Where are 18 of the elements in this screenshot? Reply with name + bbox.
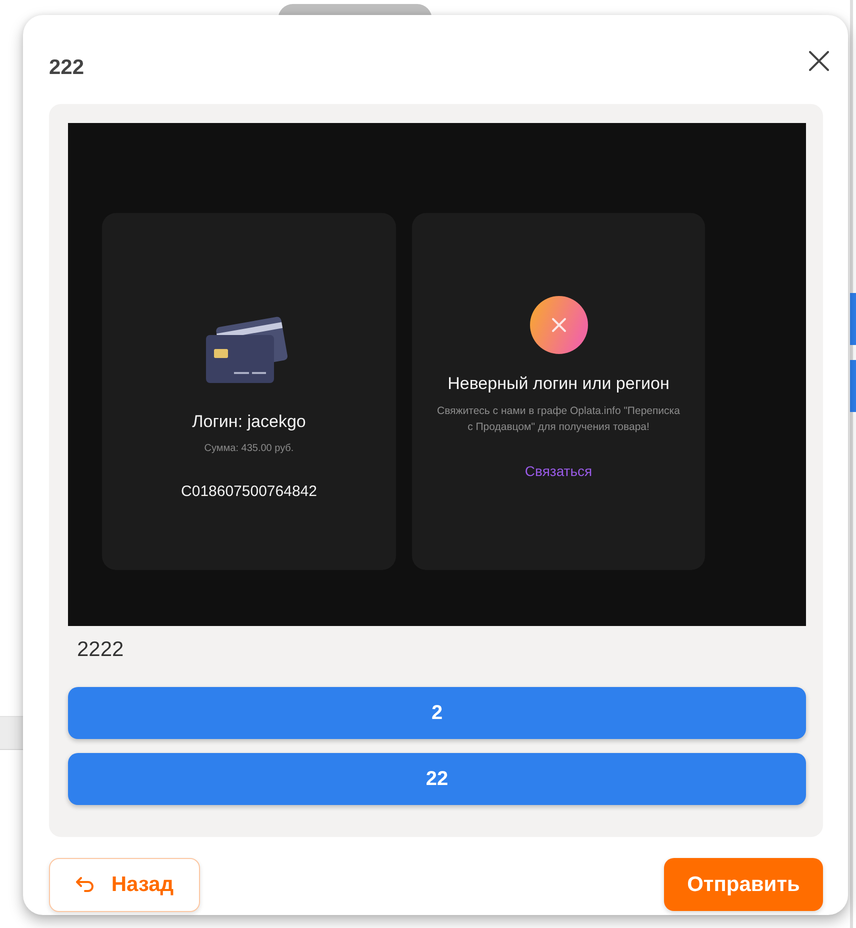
submit-button[interactable]: Отправить: [664, 858, 823, 911]
login-text: Логин: jacekgo: [192, 411, 306, 433]
contact-link[interactable]: Связаться: [524, 462, 592, 480]
return-arrow-icon: [75, 877, 96, 893]
button-edge: [850, 360, 856, 412]
back-button[interactable]: Назад: [49, 858, 200, 912]
option-button[interactable]: 2: [68, 687, 806, 739]
error-x-icon: [530, 296, 588, 354]
option-button[interactable]: 22: [68, 753, 806, 805]
caption-text: 2222: [76, 637, 125, 663]
close-button[interactable]: [809, 51, 829, 71]
order-code: C018607500764842: [181, 482, 317, 502]
amount-text: Сумма: 435.00 руб.: [204, 442, 294, 456]
dialog-title: 222: [49, 55, 84, 81]
error-heading: Неверный логин или регион: [448, 373, 670, 395]
error-message: Свяжитесь с нами в графе Oplata.info "Переписка с Продавцом" для получения товара!: [436, 404, 681, 435]
close-icon: [809, 51, 829, 71]
button-edge: [850, 293, 856, 345]
